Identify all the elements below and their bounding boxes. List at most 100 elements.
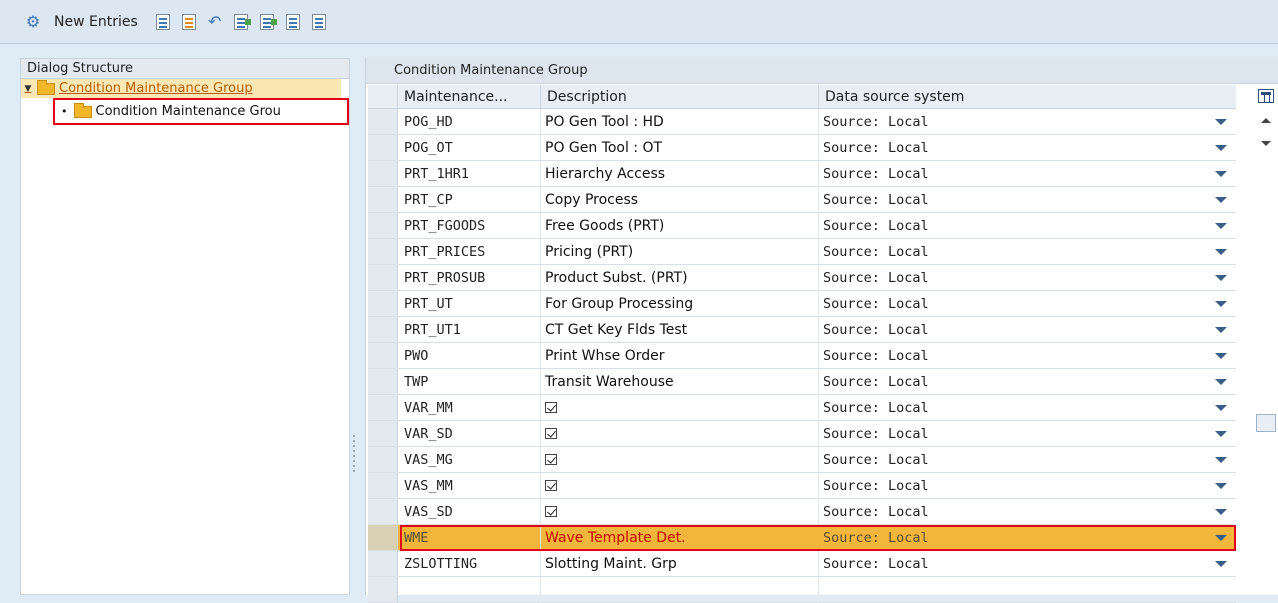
cell-maintenance-group[interactable]: PRT_1HR1: [398, 161, 541, 186]
dropdown-arrow-icon[interactable]: [1215, 457, 1227, 463]
row-selector[interactable]: [368, 473, 398, 498]
cell-description[interactable]: [541, 447, 819, 472]
cell-description[interactable]: Transit Warehouse: [541, 369, 819, 394]
tree-node-condition-maintenance-group[interactable]: ▼ Condition Maintenance Group: [21, 79, 341, 98]
cell-maintenance-group[interactable]: PWO: [398, 343, 541, 368]
select-block-icon[interactable]: [256, 11, 278, 33]
row-selector[interactable]: [368, 395, 398, 420]
table-row[interactable]: PRT_FGOODS Free Goods (PRT) Source: Local: [368, 213, 1236, 239]
cell-description[interactable]: Slotting Maint. Grp: [541, 551, 819, 576]
cell-maintenance-group[interactable]: VAS_SD: [398, 499, 541, 524]
checkbox-icon[interactable]: [545, 454, 557, 465]
dropdown-arrow-icon[interactable]: [1215, 535, 1227, 541]
row-selector[interactable]: [368, 577, 398, 602]
scrollbar-thumb[interactable]: [1256, 414, 1276, 432]
cell-maintenance-group[interactable]: VAS_MM: [398, 473, 541, 498]
cell-data-source-dropdown[interactable]: Source: Local: [819, 109, 1235, 134]
table-row[interactable]: PRT_CP Copy Process Source: Local: [368, 187, 1236, 213]
table-row[interactable]: VAS_MM Source: Local: [368, 473, 1236, 499]
cell-description[interactable]: [541, 421, 819, 446]
row-selector[interactable]: [368, 551, 398, 576]
cell-data-source-dropdown[interactable]: Source: Local: [819, 213, 1235, 238]
cell-description[interactable]: Wave Template Det.: [541, 525, 819, 550]
empty-row[interactable]: [368, 577, 1236, 603]
delete-icon[interactable]: [178, 11, 200, 33]
dropdown-arrow-icon[interactable]: [1215, 119, 1227, 125]
table-row[interactable]: VAS_MG Source: Local: [368, 447, 1236, 473]
table-row[interactable]: PWO Print Whse Order Source: Local: [368, 343, 1236, 369]
table-row[interactable]: POG_OT PO Gen Tool : OT Source: Local: [368, 135, 1236, 161]
cell-maintenance-group[interactable]: VAR_MM: [398, 395, 541, 420]
cell-description[interactable]: Hierarchy Access: [541, 161, 819, 186]
cell-data-source-dropdown[interactable]: Source: Local: [819, 161, 1235, 186]
cell-data-source-dropdown[interactable]: Source: Local: [819, 395, 1235, 420]
copy-as-icon[interactable]: [152, 11, 174, 33]
cell-description[interactable]: [541, 395, 819, 420]
cell-description[interactable]: PO Gen Tool : OT: [541, 135, 819, 160]
checkbox-icon[interactable]: [545, 480, 557, 491]
cell-maintenance-group[interactable]: PRT_PROSUB: [398, 265, 541, 290]
empty-cell[interactable]: [819, 577, 1235, 603]
table-row[interactable]: PRT_PRICES Pricing (PRT) Source: Local: [368, 239, 1236, 265]
select-all-cell[interactable]: [368, 85, 398, 108]
checkbox-icon[interactable]: [545, 428, 557, 439]
collapse-arrow-icon[interactable]: ▼: [21, 84, 35, 94]
cell-maintenance-group[interactable]: PRT_PRICES: [398, 239, 541, 264]
table-row[interactable]: VAR_SD Source: Local: [368, 421, 1236, 447]
cell-data-source-dropdown[interactable]: Source: Local: [819, 369, 1235, 394]
row-selector[interactable]: [368, 109, 398, 134]
table-row[interactable]: PRT_UT1 CT Get Key Flds Test Source: Local: [368, 317, 1236, 343]
table-row[interactable]: ZSLOTTING Slotting Maint. Grp Source: Loca…: [368, 551, 1236, 577]
column-header-maintenance[interactable]: Maintenance...: [398, 85, 541, 108]
dropdown-arrow-icon[interactable]: [1215, 431, 1227, 437]
row-selector[interactable]: [368, 239, 398, 264]
row-selector[interactable]: [368, 421, 398, 446]
cell-maintenance-group[interactable]: ZSLOTTING: [398, 551, 541, 576]
cell-maintenance-group[interactable]: PRT_UT: [398, 291, 541, 316]
cell-data-source-dropdown[interactable]: Source: Local: [819, 551, 1235, 576]
empty-cell[interactable]: [398, 577, 541, 603]
cell-data-source-dropdown[interactable]: Source: Local: [819, 317, 1235, 342]
cell-maintenance-group[interactable]: POG_OT: [398, 135, 541, 160]
cell-description[interactable]: For Group Processing: [541, 291, 819, 316]
dropdown-arrow-icon[interactable]: [1215, 379, 1227, 385]
dropdown-arrow-icon[interactable]: [1215, 223, 1227, 229]
cell-description[interactable]: Copy Process: [541, 187, 819, 212]
dropdown-arrow-icon[interactable]: [1215, 405, 1227, 411]
cell-maintenance-group[interactable]: PRT_FGOODS: [398, 213, 541, 238]
cell-data-source-dropdown[interactable]: Source: Local: [819, 525, 1235, 550]
dropdown-arrow-icon[interactable]: [1215, 249, 1227, 255]
deselect-all-icon[interactable]: [282, 11, 304, 33]
cell-description[interactable]: [541, 473, 819, 498]
table-row[interactable]: VAR_MM Source: Local: [368, 395, 1236, 421]
dropdown-arrow-icon[interactable]: [1215, 197, 1227, 203]
cell-maintenance-group[interactable]: TWP: [398, 369, 541, 394]
cell-data-source-dropdown[interactable]: Source: Local: [819, 135, 1235, 160]
dropdown-arrow-icon[interactable]: [1215, 145, 1227, 151]
row-selector[interactable]: [368, 187, 398, 212]
undo-icon[interactable]: ↶: [204, 11, 226, 33]
cell-description[interactable]: Product Subst. (PRT): [541, 265, 819, 290]
table-row[interactable]: PRT_1HR1 Hierarchy Access Source: Local: [368, 161, 1236, 187]
row-selector[interactable]: [368, 135, 398, 160]
table-row[interactable]: TWP Transit Warehouse Source: Local: [368, 369, 1236, 395]
row-selector[interactable]: [368, 213, 398, 238]
cell-maintenance-group[interactable]: VAS_MG: [398, 447, 541, 472]
column-header-description[interactable]: Description: [541, 85, 819, 108]
row-selector[interactable]: [368, 447, 398, 472]
cell-maintenance-group[interactable]: PRT_CP: [398, 187, 541, 212]
cell-data-source-dropdown[interactable]: Source: Local: [819, 473, 1235, 498]
dropdown-arrow-icon[interactable]: [1215, 561, 1227, 567]
cell-data-source-dropdown[interactable]: Source: Local: [819, 239, 1235, 264]
cell-data-source-dropdown[interactable]: Source: Local: [819, 187, 1235, 212]
empty-cell[interactable]: [541, 577, 819, 603]
cell-maintenance-group[interactable]: PRT_UT1: [398, 317, 541, 342]
checkbox-icon[interactable]: [545, 402, 557, 413]
cell-maintenance-group[interactable]: POG_HD: [398, 109, 541, 134]
dropdown-arrow-icon[interactable]: [1215, 483, 1227, 489]
cell-maintenance-group[interactable]: WME: [398, 525, 541, 550]
cell-description[interactable]: Print Whse Order: [541, 343, 819, 368]
cell-description[interactable]: PO Gen Tool : HD: [541, 109, 819, 134]
print-field-list-icon[interactable]: [308, 11, 330, 33]
row-selector[interactable]: [368, 265, 398, 290]
